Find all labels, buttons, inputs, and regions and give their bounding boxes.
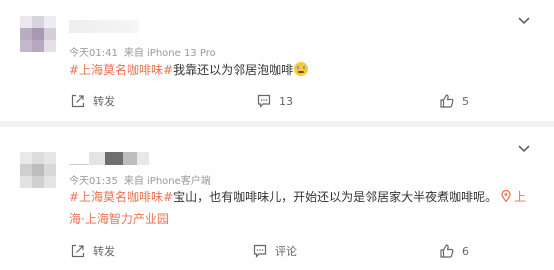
like-icon xyxy=(440,244,454,258)
like-button[interactable]: 5 xyxy=(440,91,469,111)
repost-button[interactable]: 转发 xyxy=(71,241,115,261)
like-icon xyxy=(440,94,454,108)
post-actions: 转发 评论 6 xyxy=(0,241,554,261)
post-content: #上海莫名咖啡味#我靠还以为邻居泡咖啡 xyxy=(69,60,514,80)
post-content: #上海莫名咖啡味#宝山，也有咖啡味儿，开始还以为是邻居家大半夜煮咖啡呢。 上海·… xyxy=(69,186,536,230)
username[interactable] xyxy=(69,152,149,165)
avatar[interactable] xyxy=(20,152,56,188)
like-button[interactable]: 6 xyxy=(440,241,469,261)
post-source: 来自 iPhone 13 Pro xyxy=(123,48,216,59)
comment-button[interactable]: 评论 xyxy=(253,241,297,261)
repost-icon xyxy=(71,94,85,108)
like-count: 5 xyxy=(462,94,469,108)
repost-label: 转发 xyxy=(93,95,115,108)
post-actions: 转发 13 5 xyxy=(0,91,554,111)
post-meta: 今天01:35 来自 iPhone客户端 xyxy=(69,172,211,187)
post-text: 宝山，也有咖啡味儿，开始还以为是邻居家大半夜煮咖啡呢。 xyxy=(173,190,498,204)
post-time[interactable]: 今天01:41 xyxy=(69,48,118,59)
repost-icon xyxy=(71,244,85,258)
post-card: 今天01:41 来自 iPhone 13 Pro #上海莫名咖啡味#我靠还以为邻居… xyxy=(0,0,554,121)
crying-face-icon xyxy=(294,62,309,76)
hashtag-link[interactable]: #上海莫名咖啡味# xyxy=(69,190,173,204)
repost-button[interactable]: 转发 xyxy=(71,91,115,111)
like-count: 6 xyxy=(462,244,469,258)
post-card: 今天01:35 来自 iPhone客户端 #上海莫名咖啡味#宝山，也有咖啡味儿，开… xyxy=(0,127,554,270)
comment-label: 评论 xyxy=(275,245,297,258)
comment-button[interactable]: 13 xyxy=(257,91,293,111)
avatar[interactable] xyxy=(20,16,56,52)
post-meta: 今天01:41 来自 iPhone 13 Pro xyxy=(69,44,216,59)
post-text: 我靠还以为邻居泡咖啡 xyxy=(173,63,294,77)
hashtag-link[interactable]: #上海莫名咖啡味# xyxy=(69,63,173,77)
comment-icon xyxy=(257,94,271,108)
username[interactable] xyxy=(69,20,139,33)
chevron-down-icon[interactable] xyxy=(518,144,530,154)
repost-label: 转发 xyxy=(93,245,115,258)
chevron-down-icon[interactable] xyxy=(518,16,530,26)
comment-count: 13 xyxy=(279,94,293,108)
location-pin-icon xyxy=(501,189,511,203)
comment-icon xyxy=(253,244,267,258)
